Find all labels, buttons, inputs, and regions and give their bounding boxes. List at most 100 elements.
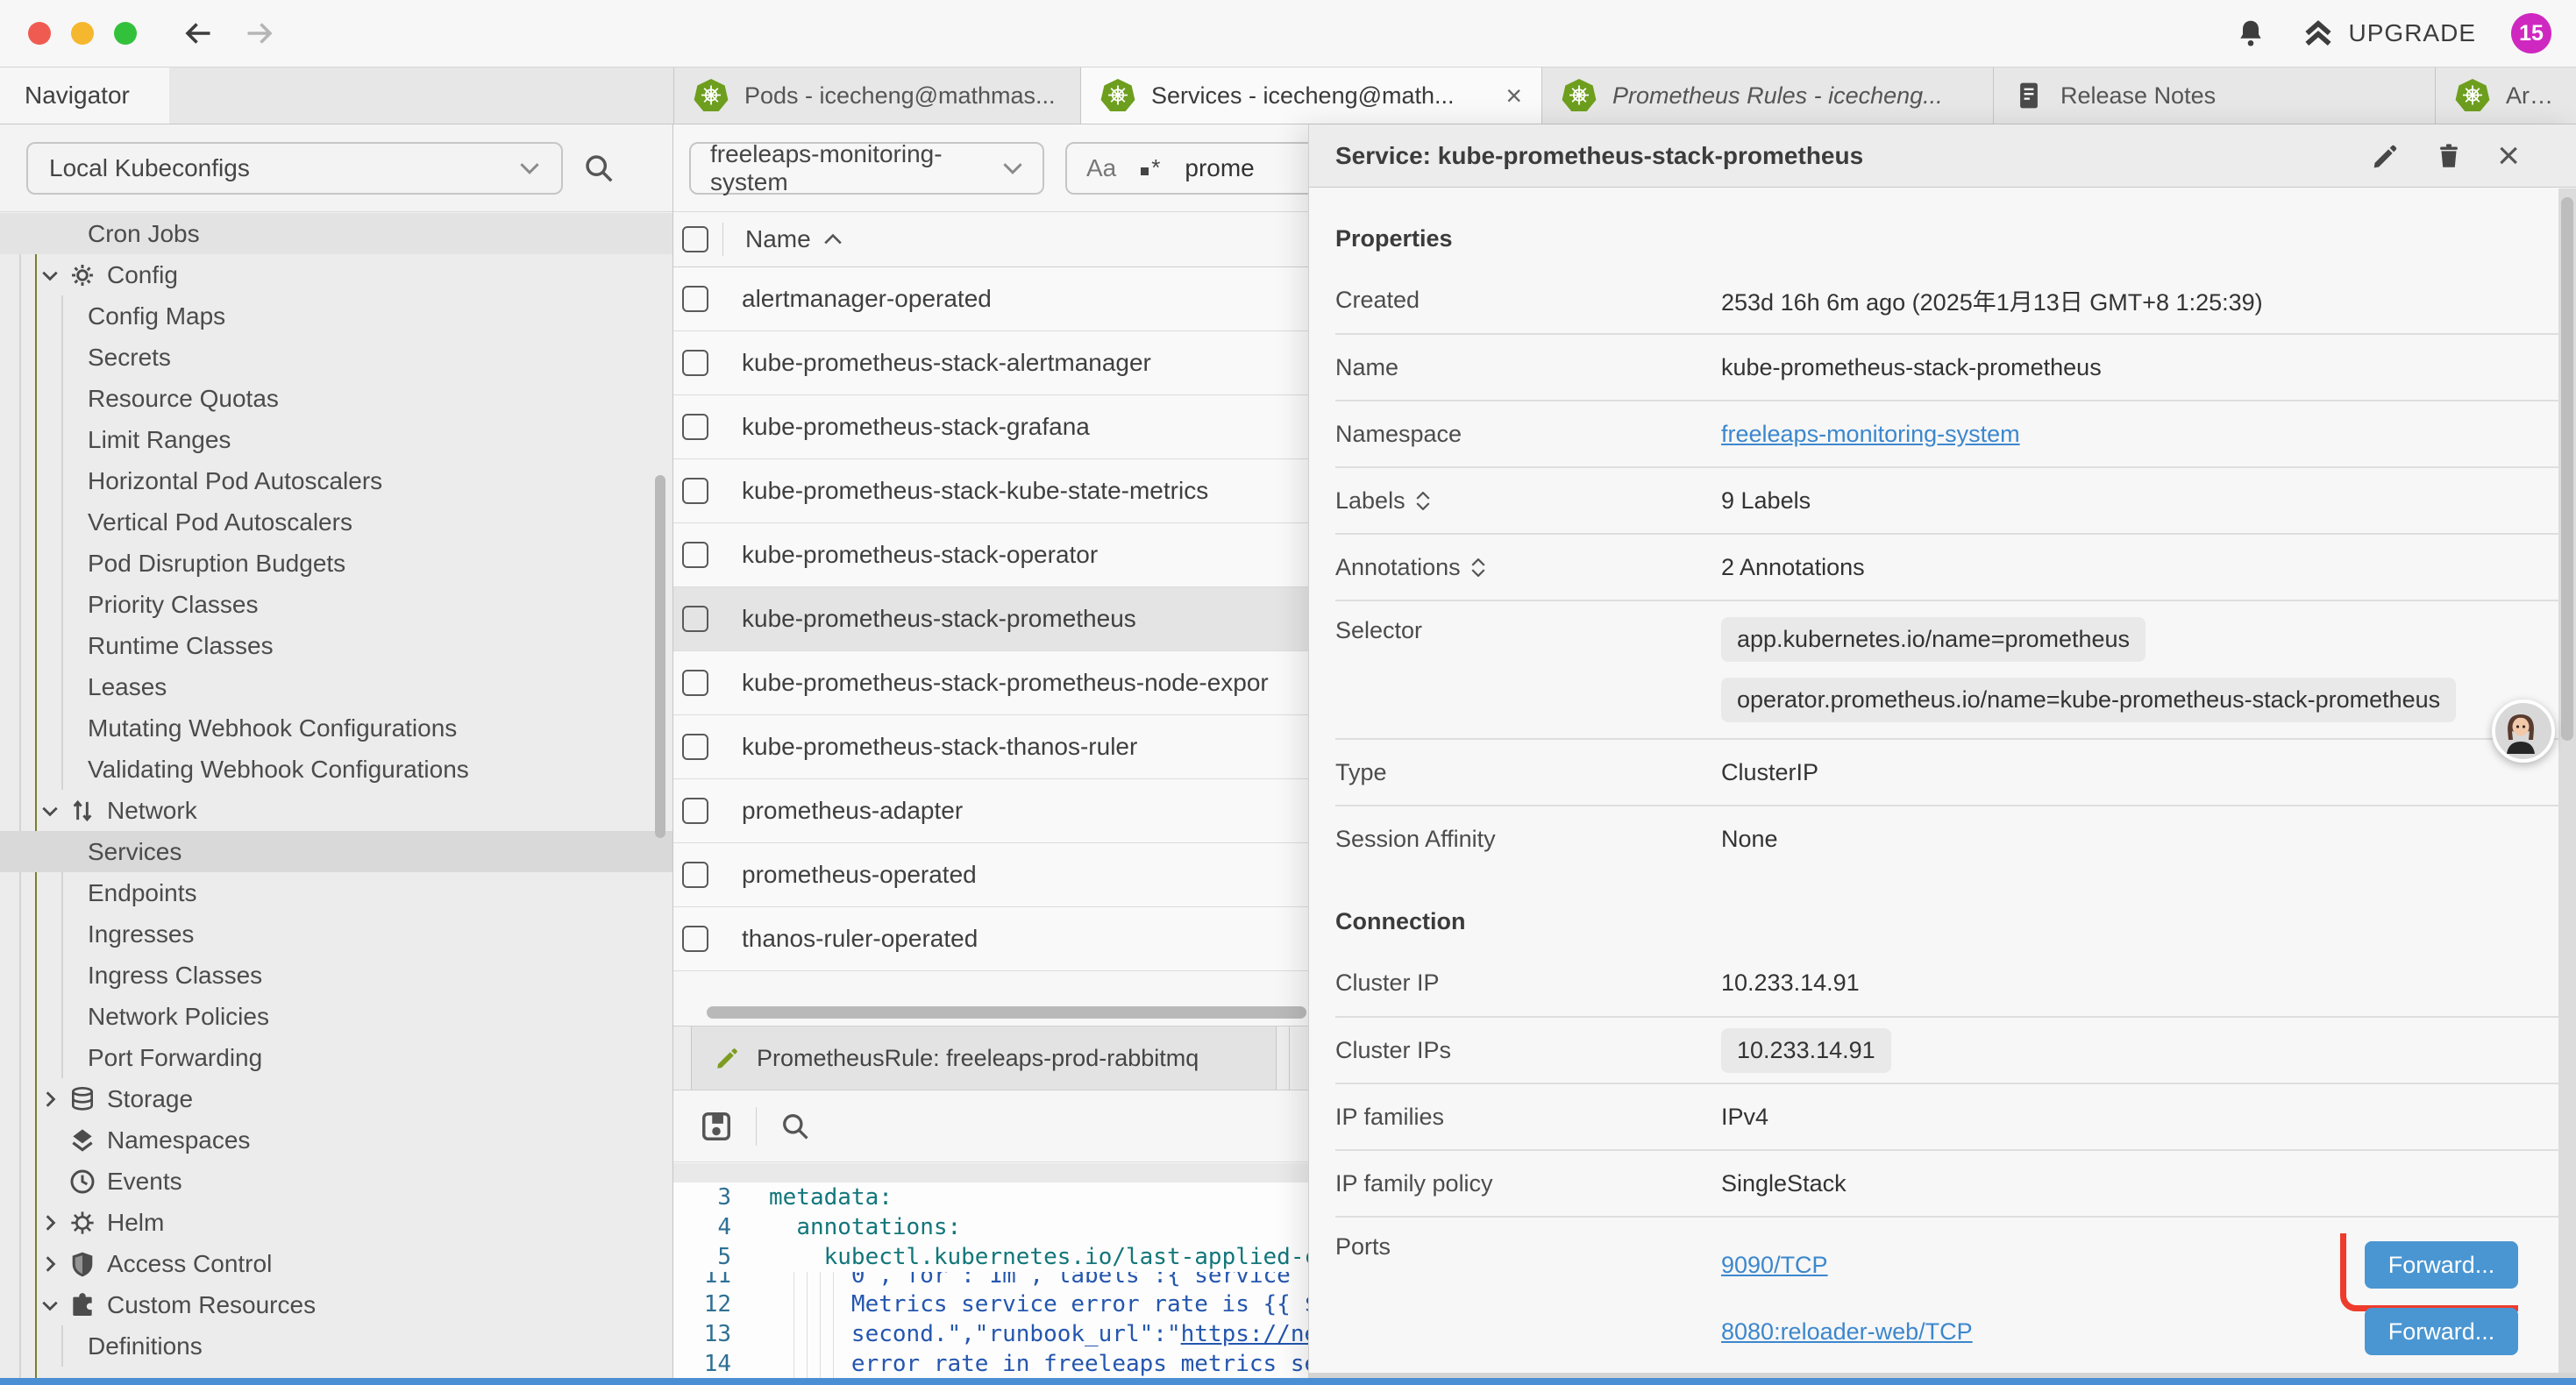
row-checkbox[interactable] bbox=[682, 862, 708, 888]
sidebar-item-priority-classes[interactable]: Priority Classes bbox=[0, 584, 672, 625]
namespace-selector[interactable]: freeleaps-monitoring-system bbox=[689, 142, 1044, 195]
forward-arrow-icon[interactable] bbox=[244, 18, 275, 49]
sidebar-item-validating-webhook-configurations[interactable]: Validating Webhook Configurations bbox=[0, 749, 672, 790]
port-link[interactable]: 9090/TCP bbox=[1721, 1252, 1828, 1279]
tab-prometheus[interactable]: Prometheus Rules - icecheng... bbox=[1542, 67, 1994, 124]
chevron-right-icon[interactable] bbox=[40, 1254, 60, 1274]
close-icon[interactable]: × bbox=[2497, 137, 2520, 175]
sidebar-item-pod-disruption-budgets[interactable]: Pod Disruption Budgets bbox=[0, 543, 672, 584]
sidebar-item-port-forwarding[interactable]: Port Forwarding bbox=[0, 1037, 672, 1078]
detail-row-type: TypeClusterIP bbox=[1335, 738, 2558, 805]
delete-trash-icon[interactable] bbox=[2434, 141, 2464, 171]
sidebar-item-ingresses[interactable]: Ingresses bbox=[0, 913, 672, 955]
name-column-header[interactable]: Name bbox=[745, 225, 811, 253]
notifications-bell-icon[interactable] bbox=[2235, 18, 2266, 49]
table-horizontal-scrollbar[interactable] bbox=[707, 1006, 1306, 1019]
sidebar-item-config-maps[interactable]: Config Maps bbox=[0, 295, 672, 337]
sidebar-item-label: Horizontal Pod Autoscalers bbox=[0, 467, 382, 495]
network-icon bbox=[68, 797, 98, 825]
sidebar-item-endpoints[interactable]: Endpoints bbox=[0, 872, 672, 913]
tab-release[interactable]: Release Notes bbox=[1994, 67, 2436, 124]
sidebar-search-icon[interactable] bbox=[582, 152, 616, 185]
chevron-down-icon[interactable] bbox=[40, 1296, 60, 1315]
sidebar-item-secrets[interactable]: Secrets bbox=[0, 337, 672, 378]
sidebar-item-cron-jobs[interactable]: Cron Jobs bbox=[0, 213, 672, 254]
detail-value: kube-prometheus-stack-prometheus bbox=[1721, 354, 2518, 381]
sidebar-item-mutating-webhook-configurations[interactable]: Mutating Webhook Configurations bbox=[0, 707, 672, 749]
row-checkbox[interactable] bbox=[682, 670, 708, 696]
row-checkbox[interactable] bbox=[682, 798, 708, 824]
sidebar-item-resource-quotas[interactable]: Resource Quotas bbox=[0, 378, 672, 419]
back-arrow-icon[interactable] bbox=[182, 18, 214, 49]
sidebar-item-helm[interactable]: Helm bbox=[0, 1202, 672, 1243]
select-all-checkbox[interactable] bbox=[682, 226, 708, 252]
sidebar-scrollbar[interactable] bbox=[655, 475, 665, 838]
port-link[interactable]: 8080:reloader-web/TCP bbox=[1721, 1318, 1973, 1346]
sidebar-item-network[interactable]: Network bbox=[0, 790, 672, 831]
row-checkbox[interactable] bbox=[682, 606, 708, 632]
match-case-toggle[interactable]: Aa bbox=[1086, 154, 1116, 182]
detail-label: Namespace bbox=[1335, 421, 1721, 448]
sidebar-item-runtime-classes[interactable]: Runtime Classes bbox=[0, 625, 672, 666]
namespace-link[interactable]: freeleaps-monitoring-system bbox=[1721, 421, 2020, 447]
row-checkbox[interactable] bbox=[682, 350, 708, 376]
tab-argo[interactable]: Argo Se bbox=[2436, 67, 2576, 124]
editor-tab[interactable]: PrometheusRule: freeleaps-prod-rabbitmq bbox=[691, 1026, 1277, 1090]
sidebar-item-events[interactable]: Events bbox=[0, 1161, 672, 1202]
tab-pods[interactable]: Pods - icecheng@mathmas... bbox=[674, 67, 1081, 124]
document-icon bbox=[2013, 80, 2045, 111]
sidebar-item-vertical-pod-autoscalers[interactable]: Vertical Pod Autoscalers bbox=[0, 501, 672, 543]
section-title: Connection bbox=[1335, 908, 2558, 935]
row-checkbox[interactable] bbox=[682, 286, 708, 312]
upgrade-button[interactable]: UPGRADE bbox=[2302, 17, 2476, 50]
sidebar-item-network-policies[interactable]: Network Policies bbox=[0, 996, 672, 1037]
detail-scrollbar-thumb[interactable] bbox=[2561, 197, 2573, 741]
service-name: kube-prometheus-stack-prometheus-node-ex… bbox=[742, 669, 1269, 697]
regex-toggle[interactable]: * bbox=[1141, 154, 1160, 181]
sort-asc-icon[interactable] bbox=[823, 233, 843, 245]
sidebar-item-config[interactable]: Config bbox=[0, 254, 672, 295]
expand-sorter-icon[interactable] bbox=[1416, 492, 1430, 510]
sidebar-item-definitions[interactable]: Definitions bbox=[0, 1325, 672, 1367]
sidebar-item-ingress-classes[interactable]: Ingress Classes bbox=[0, 955, 672, 996]
kubeconfig-selector[interactable]: Local Kubeconfigs bbox=[26, 142, 563, 195]
detail-scrollbar-track[interactable] bbox=[2558, 188, 2576, 1373]
close-window-button[interactable] bbox=[28, 22, 51, 45]
chevron-down-icon[interactable] bbox=[40, 266, 60, 285]
edit-pencil-icon[interactable] bbox=[2371, 141, 2401, 171]
profile-badge[interactable]: 15 bbox=[2511, 13, 2551, 53]
sidebar-item-leases[interactable]: Leases bbox=[0, 666, 672, 707]
sidebar-item-custom-resources[interactable]: Custom Resources bbox=[0, 1284, 672, 1325]
zoom-window-button[interactable] bbox=[114, 22, 137, 45]
sidebar-item-access-control[interactable]: Access Control bbox=[0, 1243, 672, 1284]
row-checkbox[interactable] bbox=[682, 542, 708, 568]
service-name: prometheus-operated bbox=[742, 861, 977, 889]
row-checkbox[interactable] bbox=[682, 414, 708, 440]
sidebar-item-namespaces[interactable]: Namespaces bbox=[0, 1119, 672, 1161]
save-icon[interactable] bbox=[700, 1110, 733, 1143]
minimize-window-button[interactable] bbox=[71, 22, 94, 45]
chevron-down-icon[interactable] bbox=[40, 801, 60, 820]
navigator-panel-tab[interactable]: Navigator bbox=[0, 67, 169, 124]
sidebar-item-limit-ranges[interactable]: Limit Ranges bbox=[0, 419, 672, 460]
editor-search-icon[interactable] bbox=[779, 1111, 811, 1142]
chevron-right-icon[interactable] bbox=[40, 1090, 60, 1109]
service-name: kube-prometheus-stack-kube-state-metrics bbox=[742, 477, 1208, 505]
row-checkbox[interactable] bbox=[682, 478, 708, 504]
detail-label: Labels bbox=[1335, 487, 1721, 515]
sidebar-item-services[interactable]: Services bbox=[0, 831, 672, 872]
row-checkbox[interactable] bbox=[682, 926, 708, 952]
user-avatar[interactable] bbox=[2492, 700, 2555, 763]
detail-value: 253d 16h 6m ago (2025年1月13日 GMT+8 1:25:3… bbox=[1721, 283, 2518, 317]
sidebar-item-horizontal-pod-autoscalers[interactable]: Horizontal Pod Autoscalers bbox=[0, 460, 672, 501]
edit-pencil-icon bbox=[715, 1045, 741, 1071]
sidebar-item-storage[interactable]: Storage bbox=[0, 1078, 672, 1119]
expand-sorter-icon[interactable] bbox=[1471, 558, 1485, 577]
tab-services[interactable]: Services - icecheng@math...× bbox=[1081, 67, 1542, 124]
forward-button[interactable]: Forward... bbox=[2365, 1308, 2518, 1355]
forward-button[interactable]: Forward... bbox=[2365, 1241, 2518, 1289]
close-tab-icon[interactable]: × bbox=[1497, 82, 1522, 110]
detail-value: 2 Annotations bbox=[1721, 554, 2518, 581]
chevron-right-icon[interactable] bbox=[40, 1213, 60, 1232]
row-checkbox[interactable] bbox=[682, 734, 708, 760]
